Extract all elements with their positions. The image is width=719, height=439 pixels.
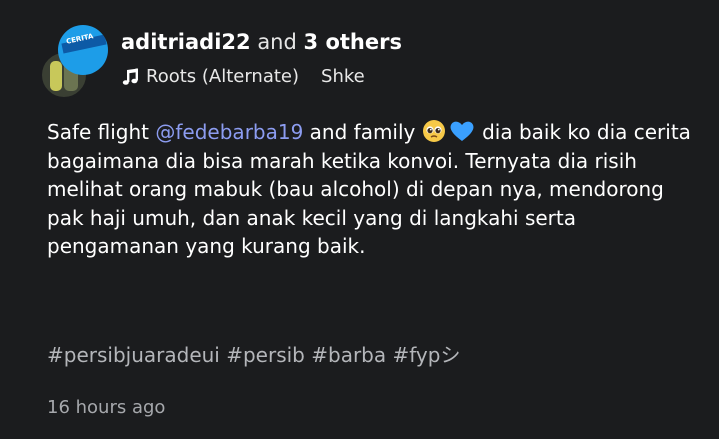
caption-text-1: Safe flight [47,120,156,144]
hashtag-link[interactable]: #persib [226,343,305,367]
avatar-group[interactable]: CERITA [40,25,110,99]
mention-link[interactable]: @fedebarba19 [155,120,303,144]
hashtag-link[interactable]: #persibjuaradeui [47,343,220,367]
author-line: aditriadi22 and 3 others [121,28,681,56]
music-note-icon [122,68,138,85]
hashtag-link[interactable]: #barba [311,343,386,367]
hashtag-list: #persibjuaradeui #persib #barba #fypシ [47,340,460,370]
post-header: aditriadi22 and 3 others Roots (Alternat… [121,28,681,90]
author-username[interactable]: aditriadi22 [121,30,251,54]
hashtag-link[interactable]: #fypシ [392,343,460,367]
post-caption: Safe flight @fedebarba19 and family dia … [47,118,697,261]
post-timestamp: 16 hours ago [47,397,166,418]
author-joiner: and [257,30,297,54]
author-avatar[interactable]: CERITA [58,25,108,75]
pleading-face-emoji [422,120,445,142]
music-attribution[interactable]: Roots (Alternate) Shke [121,64,389,90]
music-artist: Shke [321,66,365,87]
coauthors-link[interactable]: 3 others [304,30,402,54]
music-track: Roots (Alternate) [146,66,300,87]
caption-text-2: and family [303,120,422,144]
post-card: CERITA aditriadi22 and 3 others Roots (A… [0,0,719,439]
blue-heart-emoji [450,121,474,141]
